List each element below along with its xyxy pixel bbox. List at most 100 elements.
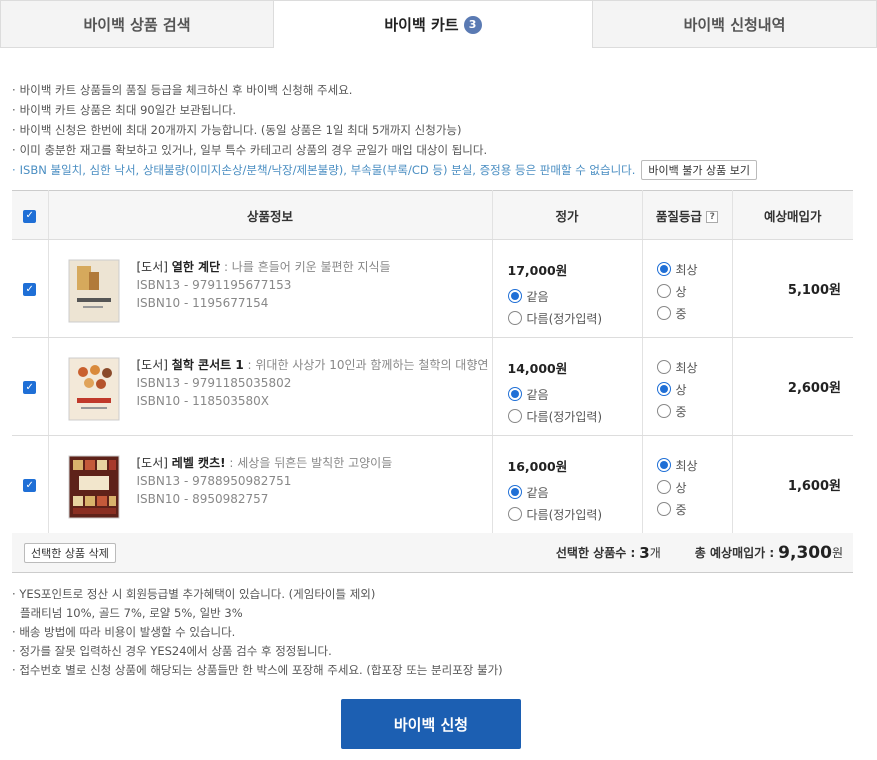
- radio[interactable]: [507, 507, 522, 521]
- price-different-option[interactable]: 다름(정가입력): [507, 503, 642, 525]
- header-price: 정가: [492, 190, 643, 240]
- radio-selected[interactable]: [507, 485, 522, 499]
- radio-selected[interactable]: [507, 387, 522, 401]
- buyback-submit-button[interactable]: 바이백 신청: [341, 699, 521, 749]
- expected-buy-price: 2,600원: [732, 337, 853, 436]
- radio[interactable]: [656, 502, 671, 516]
- isbn13: ISBN13 - 9791185035802: [136, 376, 292, 390]
- price-same-option[interactable]: 같음: [507, 481, 642, 503]
- radio[interactable]: [656, 284, 671, 298]
- grade-cell: 최상 상 중: [642, 435, 733, 534]
- grade-fair-option[interactable]: 중: [656, 498, 732, 520]
- notice-text: 바이백 카트 상품은 최대 90일간 보관됩니다.: [19, 102, 237, 117]
- select-all-checkbox[interactable]: ✓: [23, 209, 37, 223]
- grade-cell: 최상 상 중: [642, 337, 733, 436]
- product-title[interactable]: [도서] 레벨 캣츠! : 세상을 뒤흔든 발칙한 고양이들: [137, 454, 393, 472]
- notice-list: · 바이백 카트 상품들의 품질 등급을 체크하신 후 바이백 신청해 주세요. …: [12, 80, 862, 180]
- price-different-option[interactable]: 다름(정가입력): [507, 307, 642, 329]
- notice-item: · 바이백 카트 상품은 최대 90일간 보관됩니다.: [12, 102, 237, 117]
- option-label: 중: [675, 502, 687, 517]
- grade-best-option[interactable]: 최상: [656, 258, 732, 280]
- product-subtitle: : 위대한 사상가 10인과 함께하는 철학의 대향연: [243, 358, 489, 372]
- radio-selected[interactable]: [656, 458, 671, 472]
- tab-search-label: 바이백 상품 검색: [83, 15, 191, 34]
- product-info-cell: [도서] 레벨 캣츠! : 세상을 뒤흔든 발칙한 고양이들 ISBN13 - …: [48, 435, 493, 534]
- notice-text: 이미 충분한 재고를 확보하고 있거나, 일부 특수 카테고리 상품의 경우 균…: [19, 142, 488, 157]
- tab-search[interactable]: 바이백 상품 검색: [0, 0, 273, 48]
- price-same-option[interactable]: 같음: [507, 285, 642, 307]
- note-subtext: 플래티넘 10%, 골드 7%, 로얄 5%, 일반 3%: [20, 606, 243, 620]
- tab-history-label: 바이백 신청내역: [683, 15, 786, 34]
- expected-buy-price: 5,100원: [732, 239, 853, 338]
- grade-help-icon[interactable]: ?: [706, 211, 719, 223]
- grade-fair-option[interactable]: 중: [656, 400, 732, 422]
- option-label: 최상: [675, 262, 698, 277]
- product-category: [도서]: [136, 456, 168, 470]
- radio[interactable]: [507, 311, 522, 325]
- notice-text: 바이백 신청은 한번에 최대 20개까지 가능합니다. (동일 상품은 1일 최…: [19, 122, 462, 137]
- isbn13: ISBN13 - 9788950982751: [136, 474, 292, 488]
- price-cell: 17,000원 같음 다름(정가입력): [492, 239, 643, 338]
- list-price: 14,000원: [507, 361, 568, 376]
- radio-selected[interactable]: [507, 289, 522, 303]
- radio[interactable]: [507, 409, 522, 423]
- book-cover-image[interactable]: [63, 356, 125, 422]
- option-label: 중: [675, 404, 687, 419]
- option-label: 다름(정가입력): [526, 507, 603, 522]
- product-name: 열한 계단: [171, 260, 221, 274]
- book-cover-image[interactable]: [63, 258, 125, 324]
- notice-item: · 바이백 신청은 한번에 최대 20개까지 가능합니다. (동일 상품은 1일 …: [12, 122, 462, 137]
- isbn10: ISBN10 - 1195677154: [136, 296, 269, 310]
- product-subtitle: : 세상을 뒤흔든 발칙한 고양이들: [225, 456, 393, 470]
- grade-fair-option[interactable]: 중: [656, 302, 732, 324]
- grade-good-option[interactable]: 상: [656, 280, 732, 302]
- product-title[interactable]: [도서] 열한 계단 : 나를 흔들어 키운 불편한 지식들: [137, 258, 391, 276]
- expected-buy-price: 1,600원: [732, 435, 853, 534]
- radio[interactable]: [656, 360, 671, 374]
- price-same-option[interactable]: 같음: [507, 383, 642, 405]
- option-label: 다름(정가입력): [526, 409, 603, 424]
- view-ineligible-button[interactable]: 바이백 불가 상품 보기: [641, 160, 757, 180]
- grade-best-option[interactable]: 최상: [656, 356, 732, 378]
- grade-good-option[interactable]: 상: [656, 378, 732, 400]
- option-label: 같음: [526, 387, 549, 402]
- tab-history[interactable]: 바이백 신청내역: [593, 0, 877, 48]
- product-info-cell: [도서] 철학 콘서트 1 : 위대한 사상가 10인과 함께하는 철학의 대향…: [48, 337, 493, 436]
- note-item: · 배송 방법에 따라 비용이 발생할 수 있습니다.: [12, 625, 236, 639]
- product-title[interactable]: [도서] 철학 콘서트 1 : 위대한 사상가 10인과 함께하는 철학의 대향…: [137, 356, 489, 374]
- radio-selected[interactable]: [656, 382, 671, 396]
- price-different-option[interactable]: 다름(정가입력): [507, 405, 642, 427]
- selected-count-label: 선택한 상품수 :: [555, 546, 636, 560]
- row-checkbox[interactable]: ✓: [23, 479, 37, 493]
- note-text: 접수번호 별로 신청 상품에 해당되는 상품들만 한 박스에 포장해 주세요. …: [19, 663, 503, 677]
- radio[interactable]: [656, 306, 671, 320]
- option-label: 최상: [675, 458, 698, 473]
- isbn10: ISBN10 - 118503580X: [136, 394, 270, 408]
- note-item: · 정가를 잘못 입력하신 경우 YES24에서 상품 검수 후 정정됩니다.: [12, 644, 332, 658]
- product-name: 레벨 캣츠!: [171, 456, 226, 470]
- header-grade-label: 품질등급: [655, 208, 702, 224]
- cart-count-badge: 3: [463, 15, 482, 34]
- radio[interactable]: [656, 480, 671, 494]
- row-check-cell: ✓: [12, 239, 49, 338]
- grade-best-option[interactable]: 최상: [656, 454, 732, 476]
- delete-selected-button[interactable]: 선택한 상품 삭제: [24, 542, 116, 563]
- option-label: 상: [675, 480, 687, 495]
- option-label: 최상: [675, 360, 698, 375]
- book-cover-image[interactable]: [63, 454, 125, 520]
- row-check-cell: ✓: [12, 337, 49, 436]
- price-cell: 16,000원 같음 다름(정가입력): [492, 435, 643, 534]
- product-category: [도서]: [136, 260, 168, 274]
- tab-cart[interactable]: 바이백 카트 3: [273, 0, 593, 48]
- radio[interactable]: [656, 404, 671, 418]
- header-grade: 품질등급 ?: [642, 190, 733, 240]
- grade-good-option[interactable]: 상: [656, 476, 732, 498]
- option-label: 상: [675, 382, 687, 397]
- product-info-cell: [도서] 열한 계단 : 나를 흔들어 키운 불편한 지식들 ISBN13 - …: [48, 239, 493, 338]
- grade-cell: 최상 상 중: [642, 239, 733, 338]
- row-checkbox[interactable]: ✓: [23, 381, 37, 395]
- select-all-cell: ✓: [12, 190, 49, 240]
- row-checkbox[interactable]: ✓: [23, 283, 37, 297]
- table-header-row: ✓ 상품정보 정가 품질등급 ? 예상매입가: [12, 190, 853, 240]
- radio-selected[interactable]: [656, 262, 671, 276]
